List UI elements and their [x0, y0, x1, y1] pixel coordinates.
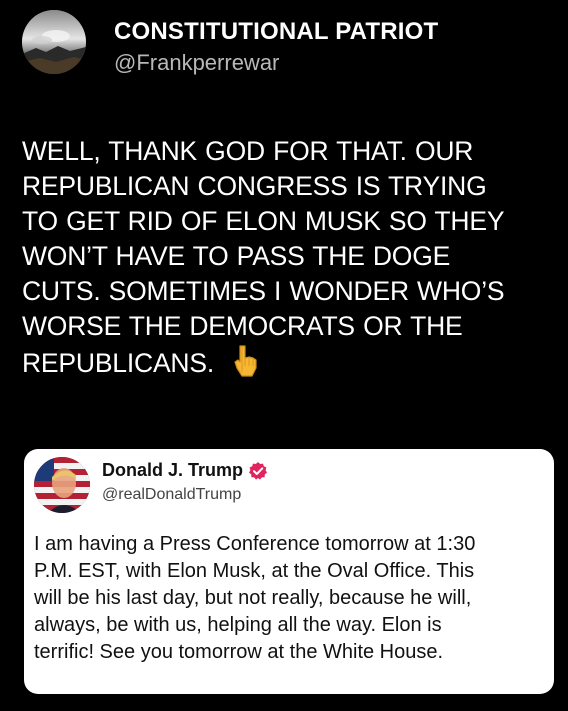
quoted-text-line: will be his last day, but not really, be… [34, 587, 472, 609]
post-text: WELL, THANK GOD FOR THAT. OUR REPUBLICAN… [22, 134, 558, 387]
quoted-text-line: terrific! See you tomorrow at the White … [34, 641, 444, 663]
post-text-line: REPUBLICANS. [22, 348, 214, 378]
post-text-line: WORSE THE DEMOCRATS OR THE [22, 311, 463, 341]
post-text-line: REPUBLICAN CONGRESS IS TRYING [22, 171, 487, 201]
pointing-down-emoji-icon [232, 344, 258, 387]
quoted-author-handle[interactable]: @realDonaldTrump [102, 486, 241, 504]
post-text-line: CUTS. SOMETIMES I WONDER WHO’S [22, 276, 505, 306]
quoted-post-text: I am having a Press Conference tomorrow … [34, 531, 550, 666]
post-text-line: TO GET RID OF ELON MUSK SO THEY [22, 206, 505, 236]
quoted-post-card[interactable]: Donald J. Trump @realDonaldTrump I am ha… [24, 449, 554, 694]
quoted-author-avatar[interactable] [34, 457, 90, 513]
landscape-avatar-icon [22, 10, 86, 74]
quoted-author-name-text: Donald J. Trump [102, 460, 244, 480]
author-avatar[interactable] [22, 10, 86, 74]
quoted-author-name[interactable]: Donald J. Trump [102, 460, 268, 481]
verified-badge-icon [248, 461, 268, 481]
quoted-text-line: always, be with us, helping all the way.… [34, 614, 442, 636]
post-text-line: WELL, THANK GOD FOR THAT. OUR [22, 136, 474, 166]
author-handle[interactable]: @Frankperrewar [114, 50, 279, 76]
post-text-line: WON’T HAVE TO PASS THE DOGE [22, 241, 451, 271]
flag-portrait-avatar-icon [34, 457, 90, 513]
quoted-text-line: I am having a Press Conference tomorrow … [34, 533, 476, 555]
post-header: CONSTITUTIONAL PATRIOT @Frankperrewar [22, 10, 552, 76]
author-name[interactable]: CONSTITUTIONAL PATRIOT [114, 18, 438, 46]
post-text-last-line: REPUBLICANS. [22, 344, 558, 387]
quoted-text-line: P.M. EST, with Elon Musk, at the Oval Of… [34, 560, 475, 582]
